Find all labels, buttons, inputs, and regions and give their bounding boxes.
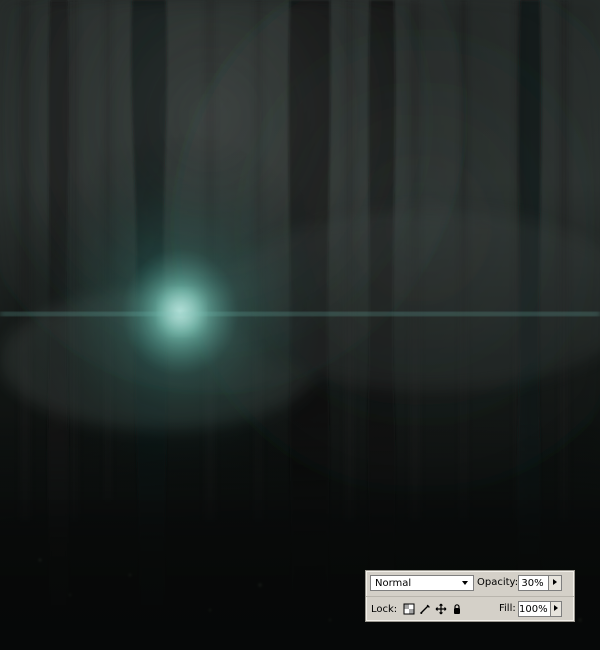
opacity-label: Opacity:	[477, 577, 519, 588]
lock-label: Lock:	[371, 603, 398, 615]
lock-transparent-pixels-icon[interactable]	[403, 603, 415, 615]
fill-stepper[interactable]	[549, 602, 561, 616]
fill-label: Fill:	[499, 603, 516, 614]
canvas: Normal Opacity: 30% Lock: Fill: 100%	[0, 0, 600, 650]
fill-field[interactable]: 100%	[518, 601, 562, 617]
triangle-right-icon	[552, 604, 560, 615]
layers-panel-row-lock: Lock: Fill: 100%	[366, 596, 574, 621]
opacity-value: 30%	[521, 577, 544, 589]
blend-mode-select[interactable]: Normal	[370, 575, 474, 591]
layers-panel-row-blend: Normal Opacity: 30%	[366, 571, 574, 595]
layers-panel: Normal Opacity: 30% Lock: Fill: 100%	[365, 570, 575, 622]
forest-scene	[0, 0, 600, 650]
opacity-stepper[interactable]	[548, 576, 561, 590]
lock-icons	[403, 603, 463, 615]
triangle-right-icon	[551, 578, 559, 589]
fill-value: 100%	[519, 603, 548, 615]
lock-controls: Lock:	[371, 603, 463, 615]
chevron-down-icon	[458, 576, 472, 590]
opacity-field[interactable]: 30%	[518, 575, 562, 591]
lock-all-icon[interactable]	[451, 603, 463, 615]
blend-mode-value: Normal	[375, 577, 412, 589]
lock-position-icon[interactable]	[435, 603, 447, 615]
lock-image-pixels-icon[interactable]	[419, 603, 431, 615]
